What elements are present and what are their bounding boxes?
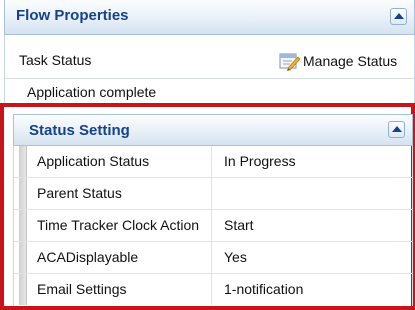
setting-label: Parent Status <box>27 178 212 209</box>
task-status-value-row: Application complete <box>5 78 414 103</box>
row-handle <box>19 178 27 209</box>
edit-pencil-icon <box>279 51 301 71</box>
flow-properties-header: Flow Properties <box>4 0 415 35</box>
row-handle <box>19 146 27 177</box>
chevron-up-icon[interactable] <box>390 8 407 25</box>
setting-label: ACADisplayable <box>27 242 212 273</box>
task-status-section: Task Status Manage Status Application co… <box>4 35 415 103</box>
manage-status-button[interactable]: Manage Status <box>279 50 397 72</box>
task-status-label: Task Status <box>19 52 92 68</box>
status-setting-panel: Status Setting Application Status In Pro… <box>0 103 415 310</box>
flow-properties-title: Flow Properties <box>16 7 129 24</box>
setting-value[interactable]: Start <box>224 210 254 241</box>
setting-label: Application Status <box>27 146 212 177</box>
table-row: ACADisplayable Yes <box>14 242 412 274</box>
chevron-up-icon[interactable] <box>388 121 405 138</box>
setting-label: Email Settings <box>27 274 212 305</box>
row-handle <box>19 274 27 305</box>
setting-label: Time Tracker Clock Action <box>27 210 212 241</box>
row-handle <box>19 210 27 241</box>
table-row: Email Settings 1-notification <box>14 274 412 306</box>
table-row: Time Tracker Clock Action Start <box>14 210 412 242</box>
table-row: Parent Status <box>14 178 412 210</box>
table-row: Application Status In Progress <box>14 146 412 178</box>
setting-value[interactable]: 1-notification <box>224 274 303 305</box>
status-settings-table: Application Status In Progress Parent St… <box>13 146 413 306</box>
setting-value[interactable]: Yes <box>224 242 247 273</box>
task-status-value: Application complete <box>27 84 157 100</box>
status-setting-title: Status Setting <box>29 122 130 139</box>
setting-value[interactable]: In Progress <box>224 146 296 177</box>
row-handle <box>19 242 27 273</box>
status-setting-header: Status Setting <box>13 114 413 146</box>
manage-status-label: Manage Status <box>303 53 398 69</box>
